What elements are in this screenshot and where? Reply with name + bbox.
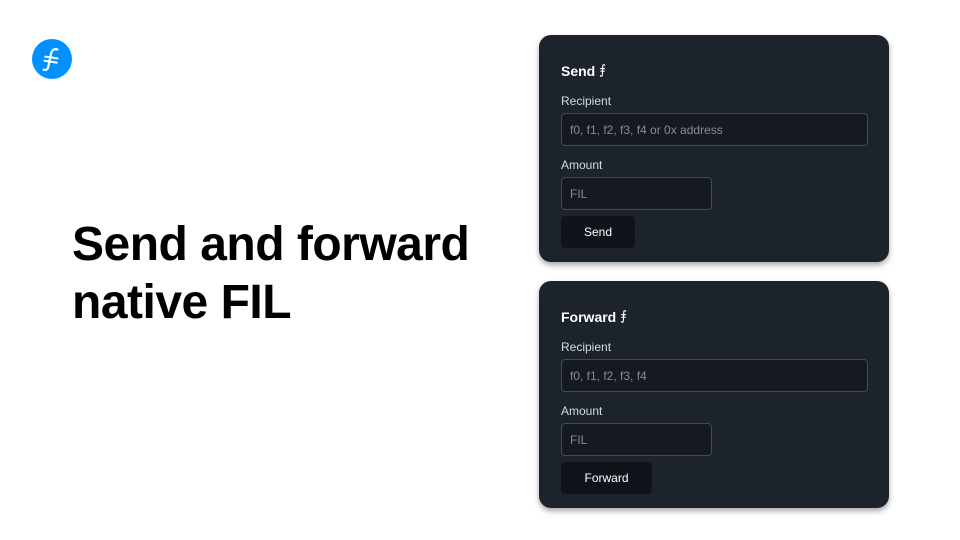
page-headline: Send and forward native FIL — [72, 218, 470, 329]
fil-symbol-icon: ⨎ — [599, 63, 607, 78]
send-amount-input[interactable] — [561, 177, 712, 210]
fil-symbol-icon: ⨎ — [620, 309, 628, 324]
filecoin-glyph-icon — [42, 48, 59, 72]
forward-recipient-label: Recipient — [561, 340, 612, 354]
forward-amount-input[interactable] — [561, 423, 712, 456]
forward-amount-label: Amount — [561, 404, 603, 418]
send-button[interactable]: Send — [561, 216, 635, 248]
forward-recipient-input[interactable] — [561, 359, 868, 392]
forward-card-title: Forward ⨎ — [561, 281, 868, 328]
filecoin-logo-icon — [32, 39, 72, 79]
send-recipient-label: Recipient — [561, 94, 612, 108]
forward-title-text: Forward — [561, 309, 617, 325]
send-amount-label: Amount — [561, 158, 603, 172]
send-card-title: Send ⨎ — [561, 35, 868, 82]
forward-button[interactable]: Forward — [561, 462, 652, 494]
send-recipient-input[interactable] — [561, 113, 868, 146]
forward-card: Forward ⨎ Recipient Amount Forward — [539, 281, 889, 508]
send-card: Send ⨎ Recipient Amount Send — [539, 35, 889, 262]
send-title-text: Send — [561, 63, 596, 79]
